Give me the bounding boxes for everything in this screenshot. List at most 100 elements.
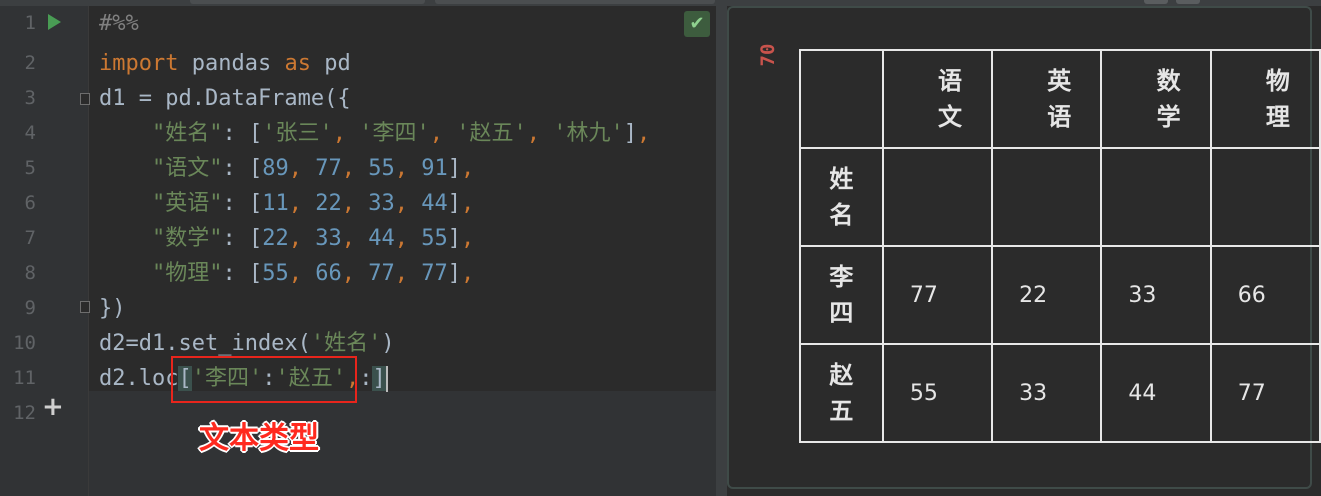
number: 44 bbox=[421, 191, 448, 216]
row-index: 赵五 bbox=[799, 343, 884, 443]
table-cell: 33 bbox=[991, 343, 1103, 443]
line-number: 12 bbox=[13, 402, 36, 424]
highlight-box bbox=[171, 356, 357, 403]
text-caret bbox=[385, 366, 388, 392]
keyword: import bbox=[99, 51, 179, 76]
code-line-7[interactable]: "数学": [22, 33, 44, 55], bbox=[99, 221, 474, 256]
string: '张三' bbox=[262, 121, 333, 146]
number: 55 bbox=[368, 156, 395, 181]
empty-cell bbox=[991, 147, 1103, 247]
number: 77 bbox=[421, 261, 448, 286]
code-line-3[interactable]: d1 = pd.DataFrame({ bbox=[99, 81, 351, 116]
table-cell: 66 bbox=[1209, 245, 1321, 345]
table-header-row: 语文 英语 数学 物理 bbox=[799, 49, 1321, 149]
empty-cell bbox=[881, 147, 994, 247]
table-cell: 77 bbox=[1209, 343, 1321, 443]
toolbar-button-1[interactable] bbox=[1144, 0, 1168, 4]
code-text: d2.loc bbox=[99, 366, 179, 391]
column-header-label: 物理 bbox=[1265, 67, 1290, 131]
number: 77 bbox=[315, 156, 342, 181]
tab-left[interactable] bbox=[190, 0, 425, 4]
column-header-label: 英语 bbox=[1047, 67, 1072, 131]
add-cell-icon[interactable]: + bbox=[42, 394, 64, 420]
number: 33 bbox=[315, 226, 342, 251]
code-line-1[interactable]: #%% bbox=[99, 6, 139, 41]
code-text: d2=d1.set_index( bbox=[99, 331, 311, 356]
row-index: 李四 bbox=[799, 245, 884, 345]
string: "英语" bbox=[151, 191, 223, 216]
dataframe-table: 语文 英语 数学 物理 姓名 李四 77 22 33 66 赵五 55 33 4… bbox=[799, 49, 1321, 443]
string: '姓名' bbox=[310, 331, 382, 356]
number: 22 bbox=[262, 226, 289, 251]
table-cell: 55 bbox=[881, 343, 994, 443]
string: "姓名" bbox=[151, 121, 223, 146]
fold-marker-icon[interactable] bbox=[80, 301, 90, 313]
number: 77 bbox=[368, 261, 395, 286]
alias: pd bbox=[310, 51, 351, 76]
line-number: 3 bbox=[24, 87, 36, 109]
keyword: as bbox=[284, 51, 311, 76]
row-index-label: 赵五 bbox=[829, 361, 854, 425]
empty-cell bbox=[1209, 147, 1321, 247]
column-header: 物理 bbox=[1209, 49, 1321, 149]
index-name-label: 姓名 bbox=[829, 165, 854, 229]
number: 66 bbox=[315, 261, 342, 286]
corner-cell bbox=[799, 49, 884, 149]
string: "数学" bbox=[151, 226, 223, 251]
code-line-8[interactable]: "物理": [55, 66, 77, 77], bbox=[99, 256, 474, 291]
splitter[interactable] bbox=[716, 0, 727, 496]
string: "语文" bbox=[151, 156, 223, 181]
row-index-label: 李四 bbox=[829, 263, 854, 327]
line-number: 9 bbox=[24, 297, 36, 319]
number: 89 bbox=[262, 156, 289, 181]
number: 33 bbox=[368, 191, 395, 216]
column-header: 英语 bbox=[991, 49, 1103, 149]
number: 22 bbox=[315, 191, 342, 216]
column-header-label: 数学 bbox=[1156, 67, 1181, 131]
code-line-2[interactable]: import pandas as pd bbox=[99, 46, 351, 81]
table-cell: 22 bbox=[991, 245, 1103, 345]
annotation-label: 文本类型 bbox=[199, 421, 319, 456]
number: 55 bbox=[421, 226, 448, 251]
index-name-row: 姓名 bbox=[799, 147, 1321, 247]
column-header: 数学 bbox=[1100, 49, 1212, 149]
code-line-4[interactable]: "姓名": ['张三', '李四', '赵五', '林九'], bbox=[99, 116, 650, 151]
number: 91 bbox=[421, 156, 448, 181]
fold-marker-icon[interactable] bbox=[80, 93, 90, 105]
empty-cell bbox=[1100, 147, 1212, 247]
table-row: 赵五 55 33 44 77 bbox=[799, 343, 1321, 443]
code-line-5[interactable]: "语文": [89, 77, 55, 91], bbox=[99, 151, 474, 186]
line-number: 7 bbox=[24, 227, 36, 249]
string: '林九' bbox=[553, 121, 624, 146]
string: "物理" bbox=[151, 261, 223, 286]
line-number: 5 bbox=[24, 157, 36, 179]
string: '李四' bbox=[359, 121, 430, 146]
table-cell: 77 bbox=[881, 245, 994, 345]
execution-count: 70 bbox=[757, 43, 779, 67]
module-name: pandas bbox=[178, 51, 285, 76]
punct: : [ bbox=[222, 121, 263, 146]
code-line-6[interactable]: "英语": [11, 22, 33, 44], bbox=[99, 186, 474, 221]
table-row: 李四 77 22 33 66 bbox=[799, 245, 1321, 345]
line-number: 6 bbox=[24, 192, 36, 214]
column-header-label: 语文 bbox=[938, 67, 962, 131]
table-cell: 44 bbox=[1100, 343, 1212, 443]
line-number: 8 bbox=[24, 262, 36, 284]
column-header: 语文 bbox=[881, 49, 994, 149]
index-name: 姓名 bbox=[799, 147, 884, 247]
number: 44 bbox=[368, 226, 395, 251]
table-cell: 33 bbox=[1100, 245, 1212, 345]
tab-right[interactable] bbox=[435, 0, 715, 4]
string: '赵五' bbox=[456, 121, 527, 146]
line-number: 10 bbox=[13, 332, 36, 354]
line-number: 2 bbox=[24, 52, 36, 74]
code-editor[interactable]: ✔ 1 #%% 2 import pandas as pd 3 d1 = pd.… bbox=[0, 6, 716, 496]
toolbar-button-2[interactable] bbox=[1176, 0, 1200, 4]
number: 11 bbox=[262, 191, 289, 216]
line-number: 4 bbox=[24, 122, 36, 144]
code-line-9[interactable]: }) bbox=[99, 291, 126, 326]
line-number: 11 bbox=[13, 367, 36, 389]
line-number: 1 bbox=[24, 12, 36, 34]
number: 55 bbox=[262, 261, 289, 286]
code-text: ) bbox=[381, 331, 395, 356]
